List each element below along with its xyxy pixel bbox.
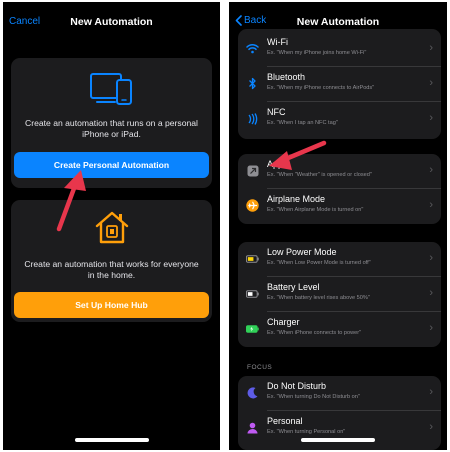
row-nfc[interactable]: NFC Ex. "When I tap an NFC tag" ›: [238, 102, 441, 137]
low-power-battery-icon: [246, 252, 259, 265]
chevron-right-icon: ›: [429, 199, 433, 211]
row-subtitle: Ex. "When turning Personal on": [267, 429, 346, 435]
nav-bar: Cancel New Automation: [3, 2, 220, 36]
row-battery-level[interactable]: Battery Level Ex. "When battery level ri…: [238, 277, 441, 312]
page-title: New Automation: [296, 16, 380, 28]
row-subtitle: Ex. "When "Weather" is opened or closed": [267, 172, 372, 178]
row-title: Battery Level: [267, 282, 320, 292]
airplane-icon: [246, 199, 259, 212]
chevron-right-icon: ›: [429, 42, 433, 54]
devices-icon: [11, 72, 212, 106]
row-charger[interactable]: Charger Ex. "When iPhone connects to pow…: [238, 312, 441, 347]
app-icon: [246, 164, 259, 177]
chevron-right-icon: ›: [429, 112, 433, 124]
bluetooth-icon: [246, 77, 259, 90]
row-app[interactable]: App Ex. "When "Weather" is opened or clo…: [238, 154, 441, 189]
battery-group: Low Power Mode Ex. "When Low Power Mode …: [238, 242, 441, 347]
row-subtitle: Ex. "When my iPhone joins home Wi-Fi": [267, 50, 367, 56]
app-airplane-group: App Ex. "When "Weather" is opened or clo…: [238, 154, 441, 224]
nfc-icon: [246, 112, 259, 125]
row-subtitle: Ex. "When iPhone connects to power": [267, 330, 362, 336]
section-label-focus: FOCUS: [247, 364, 273, 371]
row-title: Charger: [267, 317, 300, 327]
home-icon: [11, 209, 212, 245]
battery-icon: [246, 287, 259, 300]
row-title: App: [267, 159, 284, 169]
row-title: NFC: [267, 107, 286, 117]
chevron-right-icon: ›: [429, 322, 433, 334]
row-bluetooth[interactable]: Bluetooth Ex. "When my iPhone connects t…: [238, 67, 441, 102]
row-title: Wi-Fi: [267, 37, 288, 47]
home-automation-card: Create an automation that works for ever…: [11, 200, 212, 322]
set-up-home-hub-button[interactable]: Set Up Home Hub: [14, 292, 209, 318]
row-airplane-mode[interactable]: Airplane Mode Ex. "When Airplane Mode is…: [238, 189, 441, 224]
home-indicator: [74, 438, 149, 442]
wifi-icon: [246, 42, 259, 55]
chevron-right-icon: ›: [429, 164, 433, 176]
row-title: Bluetooth: [267, 72, 306, 82]
chevron-right-icon: ›: [429, 252, 433, 264]
page-title: New Automation: [70, 16, 153, 28]
person-icon: [246, 421, 259, 434]
row-title: Low Power Mode: [267, 247, 337, 257]
create-personal-automation-button[interactable]: Create Personal Automation: [14, 152, 209, 178]
personal-automation-card: Create an automation that runs on a pers…: [11, 58, 212, 188]
row-low-power-mode[interactable]: Low Power Mode Ex. "When Low Power Mode …: [238, 242, 441, 277]
chevron-right-icon: ›: [429, 386, 433, 398]
row-do-not-disturb[interactable]: Do Not Disturb Ex. "When turning Do Not …: [238, 376, 441, 411]
chevron-right-icon: ›: [429, 421, 433, 433]
row-title: Personal: [267, 416, 303, 426]
chevron-right-icon: ›: [429, 77, 433, 89]
row-wifi[interactable]: Wi-Fi Ex. "When my iPhone joins home Wi-…: [238, 29, 441, 67]
moon-icon: [246, 386, 259, 399]
chevron-right-icon: ›: [429, 287, 433, 299]
row-title: Airplane Mode: [267, 194, 326, 204]
row-subtitle: Ex. "When my iPhone connects to AirPods": [267, 85, 375, 91]
personal-description: Create an automation that runs on a pers…: [25, 118, 198, 139]
right-phone-screen: Back New Automation Wi-Fi Ex. "When my i…: [229, 2, 447, 450]
row-subtitle: Ex. "When Low Power Mode is turned off": [267, 260, 371, 266]
charger-icon: [246, 322, 259, 335]
row-subtitle: Ex. "When battery level rises above 50%": [267, 295, 370, 301]
row-subtitle: Ex. "When I tap an NFC tag": [267, 120, 338, 126]
home-description: Create an automation that works for ever…: [24, 259, 199, 280]
left-phone-screen: Cancel New Automation Create an automati…: [3, 2, 220, 450]
row-subtitle: Ex. "When turning Do Not Disturb on": [267, 394, 360, 400]
connectivity-group: Wi-Fi Ex. "When my iPhone joins home Wi-…: [238, 29, 441, 139]
home-indicator: [301, 438, 375, 442]
row-title: Do Not Disturb: [267, 381, 327, 391]
row-subtitle: Ex. "When Airplane Mode is turned on": [267, 207, 364, 213]
